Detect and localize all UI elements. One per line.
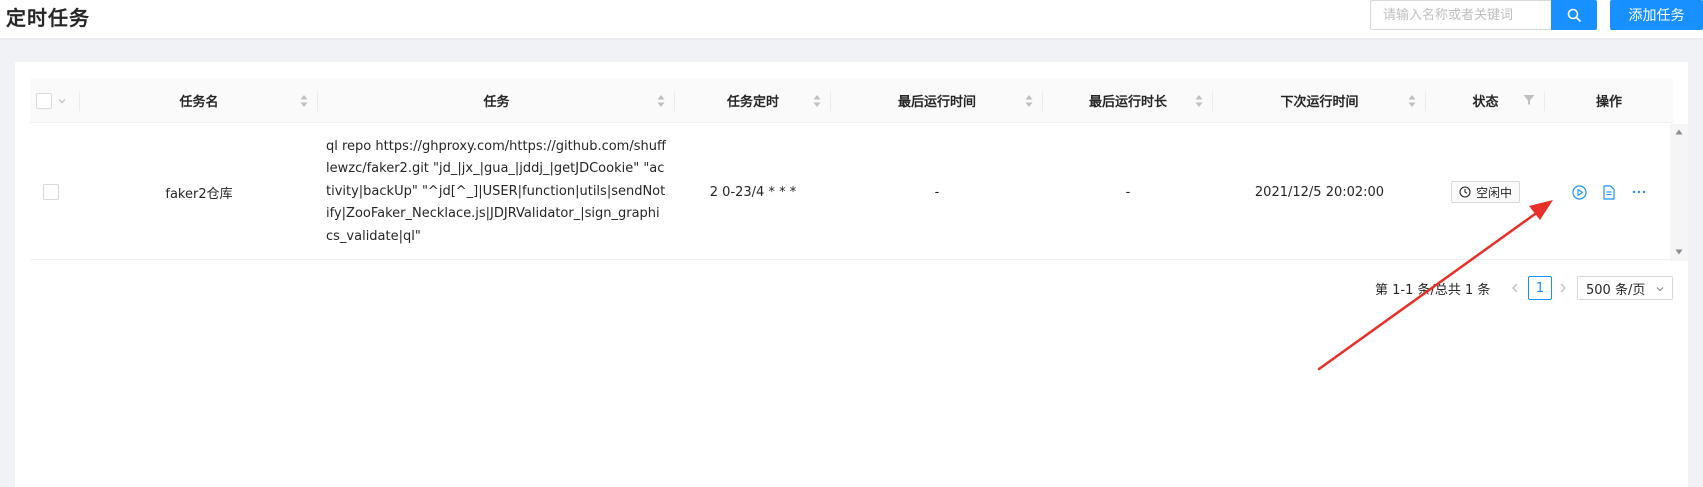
page-header: 定时任务 添加任务 xyxy=(0,0,1703,38)
file-text-icon xyxy=(1603,184,1615,200)
chevron-down-icon[interactable] xyxy=(57,96,67,106)
sort-icon[interactable] xyxy=(813,94,821,108)
task-command-cell: ql repo https://ghproxy.com/https://gith… xyxy=(318,124,675,260)
chevron-down-icon xyxy=(1656,287,1664,292)
pagination-total: 第 1-1 条/总共 1 条 xyxy=(1375,283,1491,298)
table-card: 任务名 任务 任务定时 最后运行时间 最后运行时长 下次运行时间 状态 操作 f… xyxy=(15,62,1688,487)
actions-cell xyxy=(1545,124,1673,260)
page-title: 定时任务 xyxy=(6,6,90,30)
clock-icon xyxy=(1459,186,1471,198)
column-label: 操作 xyxy=(1595,95,1622,110)
table-row: faker2仓库 ql repo https://ghproxy.com/htt… xyxy=(30,124,1673,260)
last-duration-cell: - xyxy=(1043,124,1213,260)
column-header-status[interactable]: 状态 xyxy=(1426,78,1545,123)
search-box[interactable] xyxy=(1370,0,1552,30)
column-header-next-run[interactable]: 下次运行时间 xyxy=(1213,78,1426,123)
row-checkbox[interactable] xyxy=(43,184,59,200)
task-schedule-cell: 2 0-23/4 * * * xyxy=(675,124,831,260)
column-label: 下次运行时间 xyxy=(1280,95,1359,110)
next-run-time: 2021/12/5 20:02:00 xyxy=(1254,184,1385,200)
status-text: 空闲中 xyxy=(1475,185,1512,200)
add-task-button[interactable]: 添加任务 xyxy=(1610,0,1703,30)
chevron-left-icon xyxy=(1512,283,1518,293)
column-header-last-run[interactable]: 最后运行时间 xyxy=(831,78,1043,123)
pagination-next[interactable] xyxy=(1557,279,1569,297)
log-button[interactable] xyxy=(1601,184,1617,200)
next-run-cell: 2021/12/5 20:02:00 xyxy=(1213,124,1426,260)
row-select-cell xyxy=(30,124,80,260)
page-size-select[interactable]: 500 条/页 xyxy=(1577,276,1673,300)
column-label: 最后运行时间 xyxy=(897,95,976,110)
pagination-prev[interactable] xyxy=(1509,279,1521,297)
more-button[interactable] xyxy=(1631,184,1647,200)
sort-icon[interactable] xyxy=(657,94,665,108)
ellipsis-icon xyxy=(1632,190,1646,194)
column-label: 任务 xyxy=(483,95,510,110)
task-name: faker2仓库 xyxy=(165,186,233,202)
table-header: 任务名 任务 任务定时 最后运行时间 最后运行时长 下次运行时间 状态 操作 xyxy=(30,78,1673,123)
status-cell: 空闲中 xyxy=(1426,124,1545,260)
column-header-command[interactable]: 任务 xyxy=(318,78,675,123)
status-badge: 空闲中 xyxy=(1450,181,1520,203)
column-header-name[interactable]: 任务名 xyxy=(80,78,318,123)
select-all-checkbox[interactable] xyxy=(35,92,52,109)
last-run-duration: - xyxy=(1125,184,1131,200)
column-header-actions: 操作 xyxy=(1545,78,1673,123)
sort-icon[interactable] xyxy=(1025,94,1033,108)
table-scrollbar[interactable] xyxy=(1670,124,1688,261)
task-name-cell: faker2仓库 xyxy=(80,124,318,260)
chevron-right-icon xyxy=(1560,283,1566,293)
search-input[interactable] xyxy=(1371,1,1552,29)
column-label: 状态 xyxy=(1472,95,1499,110)
task-schedule: 2 0-23/4 * * * xyxy=(709,184,797,200)
scroll-down-icon[interactable] xyxy=(1674,248,1684,256)
run-button[interactable] xyxy=(1571,184,1587,200)
scroll-up-icon[interactable] xyxy=(1674,128,1684,136)
task-command: ql repo https://ghproxy.com/https://gith… xyxy=(326,138,666,244)
sort-icon[interactable] xyxy=(1195,94,1203,108)
select-all-cell xyxy=(30,78,80,123)
search-icon xyxy=(1567,8,1581,22)
last-run-time: - xyxy=(934,184,940,200)
page-size-value: 500 条/页 xyxy=(1586,282,1646,298)
filter-icon[interactable] xyxy=(1523,94,1535,106)
column-header-last-duration[interactable]: 最后运行时长 xyxy=(1043,78,1213,123)
column-label: 最后运行时长 xyxy=(1088,95,1167,110)
column-label: 任务名 xyxy=(179,95,219,110)
sort-icon[interactable] xyxy=(1408,94,1416,108)
column-header-schedule[interactable]: 任务定时 xyxy=(675,78,831,123)
column-label: 任务定时 xyxy=(726,95,779,110)
search-button[interactable] xyxy=(1551,0,1597,30)
sort-icon[interactable] xyxy=(300,94,308,108)
last-run-cell: - xyxy=(831,124,1043,260)
pagination-page-item[interactable]: 1 xyxy=(1528,276,1552,300)
play-circle-icon xyxy=(1571,184,1587,200)
